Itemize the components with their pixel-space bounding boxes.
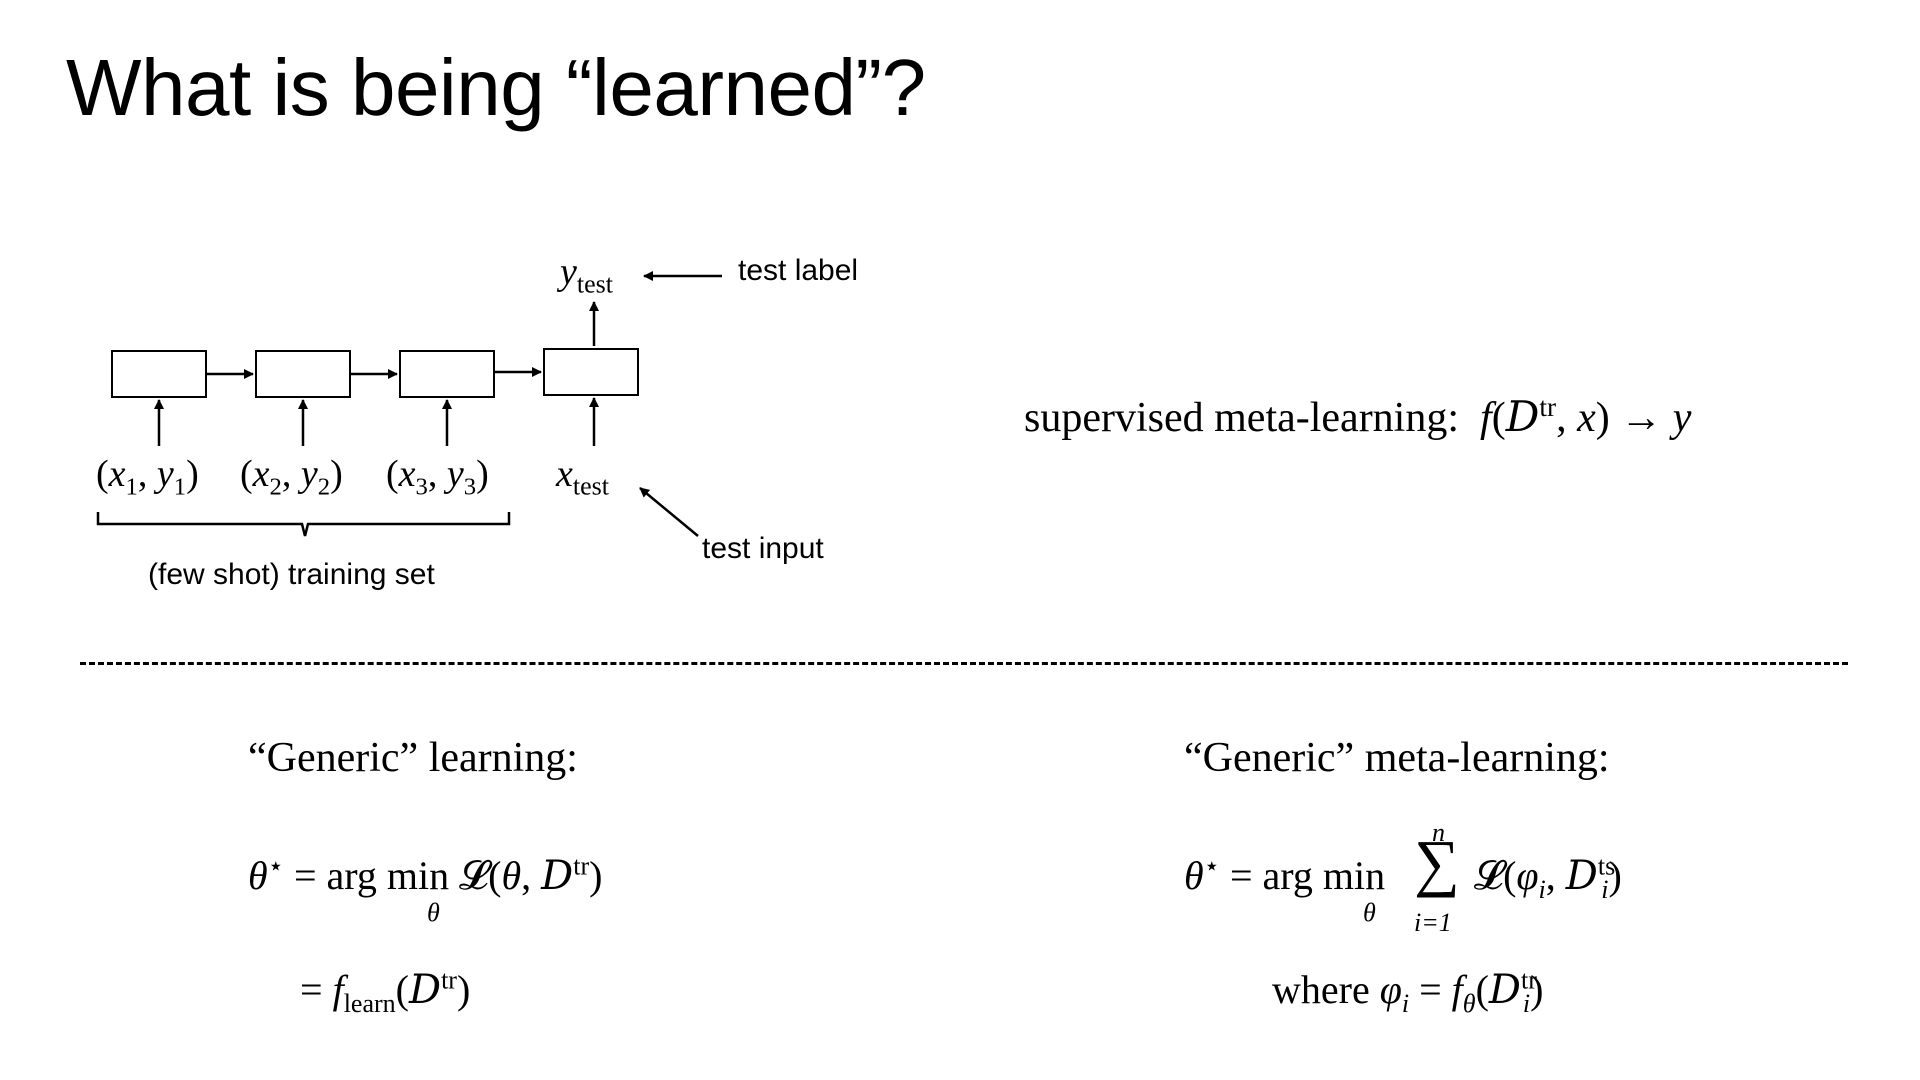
test-label-text: test label bbox=[738, 254, 859, 287]
generic-meta-where: where φi = fθ(Dtri) bbox=[1272, 965, 1544, 1018]
training-pair-2: (x2, y2) bbox=[240, 453, 343, 501]
test-input-text: test input bbox=[702, 532, 824, 565]
training-set-caption: (few shot) training set bbox=[148, 558, 435, 591]
supervised-meta-learning-formula: supervised meta-learning: f(Dtr, x) → y bbox=[1024, 392, 1692, 441]
generic-learning-argmin: θ⋆ = arg min 𝓛(θ, Dtr) bbox=[248, 851, 603, 899]
meta-argmin-theta-subscript: θ bbox=[1363, 898, 1376, 927]
generic-meta-argmin: θ⋆ = arg min bbox=[1184, 851, 1386, 898]
generic-meta-loss: 𝓛(φi, Dtsi) bbox=[1474, 851, 1622, 904]
training-pair-1: (x1, y1) bbox=[96, 453, 199, 501]
training-set-brace bbox=[96, 512, 511, 537]
training-pair-3: (x3, y3) bbox=[386, 453, 489, 501]
sum-lower-limit: i=1 bbox=[1414, 908, 1452, 937]
test-input-arrow bbox=[639, 487, 699, 537]
generic-meta-learning-heading: “Generic” meta-learning: bbox=[1184, 735, 1610, 781]
generic-learning-heading: “Generic” learning: bbox=[248, 735, 578, 781]
summation-symbol: ∑ bbox=[1414, 827, 1460, 898]
x-test-symbol: xtest bbox=[556, 453, 609, 501]
y-test-symbol: ytest bbox=[560, 251, 613, 299]
argmin-theta-subscript: θ bbox=[427, 898, 440, 927]
section-divider bbox=[80, 662, 1848, 665]
supervised-meta-learning-text: supervised meta-learning: bbox=[1024, 395, 1460, 441]
diagram-arrows bbox=[96, 271, 722, 537]
generic-learning-flearn: = flearn(Dtr) bbox=[300, 965, 471, 1018]
